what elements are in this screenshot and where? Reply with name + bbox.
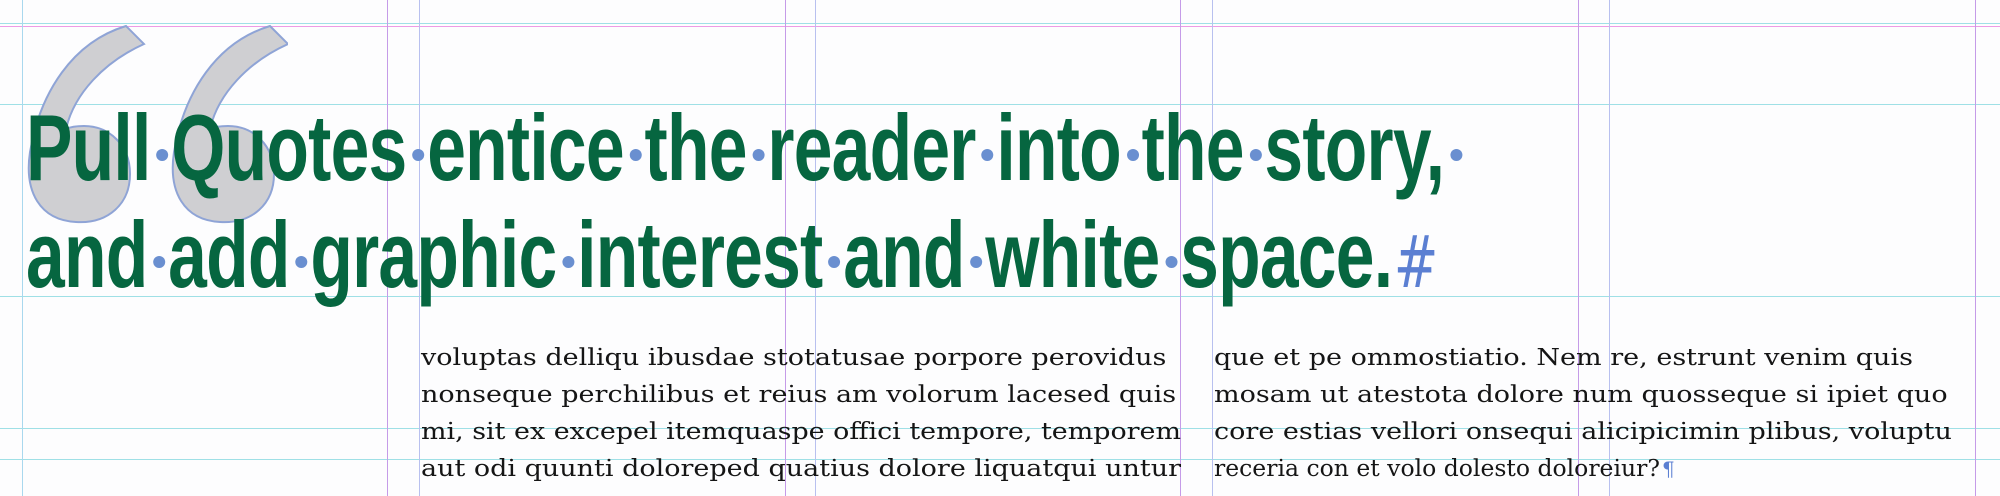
pull-quote-word: into [996, 95, 1121, 200]
pull-quote-word: interest [577, 202, 823, 307]
body-text-line: receria con et volo dolesto doloreiur? ¶ [1214, 450, 1974, 487]
pull-quote-word: story, [1264, 95, 1445, 200]
space-marker-icon [828, 256, 841, 269]
body-text-line-text: nonseque perchilibus et reius am volorum… [421, 380, 1177, 408]
space-marker-icon [153, 256, 166, 269]
space-marker-icon [1165, 256, 1178, 269]
space-marker-icon [156, 149, 169, 162]
body-text-line-text: aut odi quunti doloreped quatius dolore … [421, 454, 1181, 482]
body-text-line-text: que et pe ommostiatio. Nem re, estrunt v… [1214, 343, 1913, 371]
body-text-line-text: voluptas delliqu ibusdae stotatusae porp… [421, 343, 1167, 371]
space-marker-icon [970, 256, 983, 269]
pull-quote-line-1[interactable]: Pull Quotes entice the reader into the story, [26, 101, 1465, 195]
space-marker-icon [1450, 149, 1463, 162]
layout-canvas: Pull Quotes entice the reader into the story, a… [0, 0, 2000, 496]
pull-quote-word: Quotes [171, 95, 407, 200]
pull-quote-word: reader [767, 95, 976, 200]
body-text-line-text: mi, sit ex excepel itemquaspe offici tem… [421, 417, 1181, 445]
space-marker-icon [1126, 149, 1139, 162]
pull-quote-word: and [843, 202, 965, 307]
pull-quote-word: add [168, 202, 290, 307]
space-marker-icon [295, 256, 308, 269]
pull-quote-word: entice [427, 95, 624, 200]
pull-quote-word: space. [1180, 202, 1393, 307]
guide-horizontal[interactable] [0, 26, 2000, 27]
body-text-line: core estias vellori onsequi alicipicimin… [1214, 413, 1974, 450]
space-marker-icon [562, 256, 575, 269]
body-text-line-text: mosam ut atestota dolore num quosseque s… [1214, 380, 1948, 408]
pull-quote-word: Pull [26, 95, 151, 200]
body-text-line: mi, sit ex excepel itemquaspe offici tem… [421, 413, 1181, 450]
body-text-line-text: receria con et volo dolesto doloreiur? [1214, 454, 1660, 482]
body-text-column-right[interactable]: que et pe ommostiatio. Nem re, estrunt v… [1214, 339, 1974, 487]
guide-vertical[interactable] [1975, 0, 1976, 496]
body-text-line: mosam ut atestota dolore num quosseque s… [1214, 376, 1974, 413]
paragraph-mark-icon: ¶ [1661, 457, 1675, 481]
space-marker-icon [1249, 149, 1262, 162]
space-marker-icon [981, 149, 994, 162]
pull-quote-word: the [644, 95, 748, 200]
space-marker-icon [412, 149, 425, 162]
space-marker-icon [752, 149, 765, 162]
pull-quote-word: white [985, 202, 1160, 307]
pull-quote-word: the [1141, 95, 1245, 200]
body-text-line: voluptas delliqu ibusdae stotatusae porp… [421, 339, 1181, 376]
body-text-line: aut odi quunti doloreped quatius dolore … [421, 450, 1181, 487]
pull-quote-word: graphic [310, 202, 557, 307]
body-text-column-left[interactable]: voluptas delliqu ibusdae stotatusae porp… [421, 339, 1181, 487]
body-text-line-text: core estias vellori onsequi alicipicimin… [1214, 417, 1952, 445]
body-text-line: nonseque perchilibus et reius am volorum… [421, 376, 1181, 413]
pull-quote-line-2[interactable]: and add graphic interest and white space.# [26, 208, 1438, 302]
body-text-line: que et pe ommostiatio. Nem re, estrunt v… [1214, 339, 1974, 376]
guide-horizontal[interactable] [0, 23, 2000, 24]
end-of-story-mark: # [1393, 220, 1439, 304]
space-marker-icon [629, 149, 642, 162]
pull-quote-word: and [26, 202, 148, 307]
